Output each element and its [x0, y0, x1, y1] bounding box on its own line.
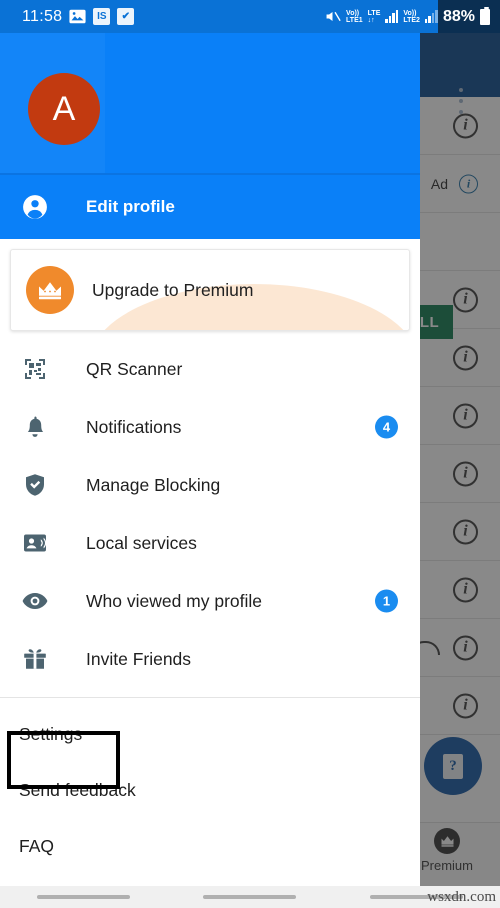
bell-icon — [20, 415, 50, 439]
premium-card-container: Upgrade to Premium — [0, 239, 420, 331]
status-badge: 1 — [375, 589, 398, 613]
qr-code-icon — [20, 357, 50, 381]
checkbox-icon: ✔ — [117, 8, 135, 25]
drawer-header: A — [0, 33, 420, 173]
signal-bars-sim2 — [424, 10, 438, 23]
drawer-item-settings[interactable]: Settings — [0, 706, 420, 762]
nav-pill-back[interactable] — [36, 895, 130, 899]
gift-icon — [20, 647, 50, 671]
drawer-item-manage-blocking[interactable]: Manage Blocking — [0, 456, 420, 514]
watermark: wsxdn.com — [427, 889, 496, 905]
drawer-item-faq[interactable]: FAQ — [0, 818, 420, 874]
lte-data-indicator: LTE ↓↑ — [367, 9, 381, 24]
drawer-item-label: QR Scanner — [86, 358, 183, 379]
drawer-menu-list: QR Scanner Notifications 4 Manage Blocki… — [0, 331, 420, 688]
signal-bars-sim1 — [385, 10, 399, 23]
drawer-item-who-viewed-my-profile[interactable]: Who viewed my profile 1 — [0, 572, 420, 630]
edit-profile-label: Edit profile — [86, 197, 175, 216]
navigation-drawer: A Edit profile Upgrade to Premium QR Sca… — [0, 33, 420, 886]
battery-percent: 88% — [442, 7, 475, 25]
sim1-indicator: Vo)) LTE1 — [346, 9, 363, 24]
upgrade-to-premium-card[interactable]: Upgrade to Premium — [10, 249, 410, 331]
crown-icon — [26, 266, 74, 314]
contact-card-icon — [20, 533, 50, 553]
drawer-item-label: Who viewed my profile — [86, 590, 263, 611]
image-icon — [69, 9, 86, 24]
android-nav-bar — [0, 886, 500, 908]
sim2-indicator: Vo)) LTE2 — [403, 9, 420, 24]
nav-pill-home[interactable] — [203, 895, 297, 899]
drawer-secondary-list: Settings Send feedback FAQ — [0, 698, 420, 874]
status-badge: 4 — [375, 415, 398, 439]
drawer-item-local-services[interactable]: Local services — [0, 514, 420, 572]
status-bar-right: Vo)) LTE1 LTE ↓↑ Vo)) LTE2 88% — [324, 0, 490, 33]
drawer-item-label: Manage Blocking — [86, 474, 221, 495]
account-circle-icon — [20, 194, 50, 220]
drawer-item-edit-profile[interactable]: Edit profile — [0, 173, 420, 239]
status-bar: 11:58 IS ✔ Vo)) LTE1 LTE ↓↑ Vo)) LTE2 88… — [0, 0, 500, 33]
eye-icon — [20, 592, 50, 610]
avatar[interactable]: A — [28, 73, 100, 145]
drawer-item-send-feedback[interactable]: Send feedback — [0, 762, 420, 818]
is-badge-icon: IS — [93, 8, 111, 25]
drawer-item-invite-friends[interactable]: Invite Friends — [0, 630, 420, 688]
phone-screen: i Ad i i i i i i i — [0, 0, 500, 908]
drawer-item-label: Notifications — [86, 416, 182, 437]
shield-check-icon — [20, 473, 50, 497]
drawer-item-qr-scanner[interactable]: QR Scanner — [0, 340, 420, 398]
mute-icon — [324, 9, 341, 24]
premium-card-label: Upgrade to Premium — [92, 279, 254, 300]
drawer-item-notifications[interactable]: Notifications 4 — [0, 398, 420, 456]
status-bar-left: 11:58 IS ✔ — [0, 7, 135, 26]
drawer-item-label: Invite Friends — [86, 648, 192, 669]
clock: 11:58 — [22, 7, 63, 25]
drawer-item-label: Local services — [86, 532, 197, 553]
battery-icon — [480, 6, 490, 25]
